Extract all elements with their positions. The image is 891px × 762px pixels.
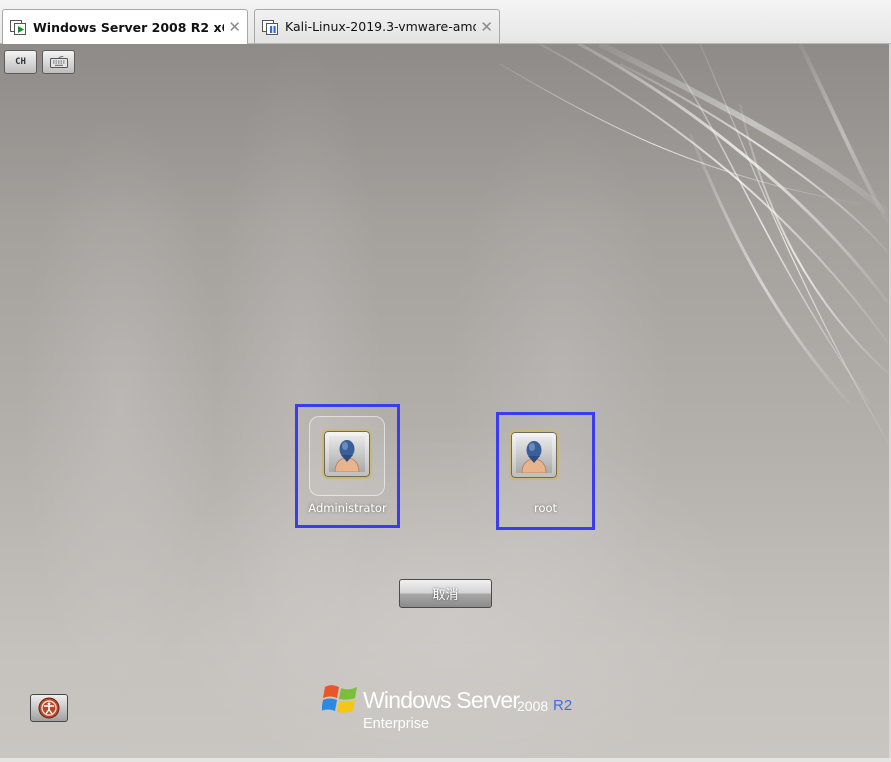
cancel-button[interactable]: 取消 — [399, 579, 492, 608]
user-name-label: Administrator — [308, 501, 387, 515]
product-release: R2 — [553, 697, 573, 714]
tab-kali-linux[interactable]: Kali-Linux-2019.3-vmware-amd64 ✕ — [254, 9, 500, 43]
tab-label: Windows Server 2008 R2 x64 — [33, 19, 225, 35]
wallpaper-swirl — [499, 44, 889, 445]
user-tile-administrator[interactable]: Administrator — [295, 404, 400, 528]
vm-running-icon — [9, 18, 27, 36]
on-screen-keyboard-button[interactable] — [42, 50, 75, 74]
windows-server-branding: Windows Server 2008 R2 Enterprise — [322, 681, 582, 737]
ease-of-access-icon — [38, 697, 60, 719]
close-tab-icon[interactable]: ✕ — [228, 18, 241, 36]
window-bottom-border — [0, 758, 891, 762]
vm-display[interactable]: CH Administrator root 取消 Windows Server … — [0, 44, 889, 758]
user-avatar — [322, 429, 372, 479]
tab-windows-server[interactable]: Windows Server 2008 R2 x64 ✕ — [2, 9, 248, 44]
ease-of-access-button[interactable] — [30, 694, 68, 722]
product-name: Windows Server — [363, 687, 520, 713]
vm-paused-icon — [261, 18, 279, 36]
vmware-window: Windows Server 2008 R2 x64 ✕ Kali-Linux-… — [0, 0, 891, 762]
user-avatar-icon — [334, 440, 360, 472]
windows-logo-icon — [322, 685, 357, 713]
product-edition: Enterprise — [363, 716, 430, 732]
product-version: 2008 — [517, 698, 549, 714]
user-avatar-icon — [521, 441, 547, 473]
user-tile-root[interactable]: root — [496, 412, 595, 530]
vm-tab-bar: Windows Server 2008 R2 x64 ✕ Kali-Linux-… — [0, 0, 891, 44]
keyboard-icon — [49, 56, 68, 68]
close-tab-icon[interactable]: ✕ — [480, 18, 493, 36]
language-label: CH — [15, 57, 26, 67]
cancel-label: 取消 — [432, 588, 459, 603]
user-avatar — [509, 430, 559, 480]
user-name-label: root — [533, 501, 558, 515]
tab-label: Kali-Linux-2019.3-vmware-amd64 — [285, 19, 477, 34]
language-button[interactable]: CH — [4, 50, 37, 74]
